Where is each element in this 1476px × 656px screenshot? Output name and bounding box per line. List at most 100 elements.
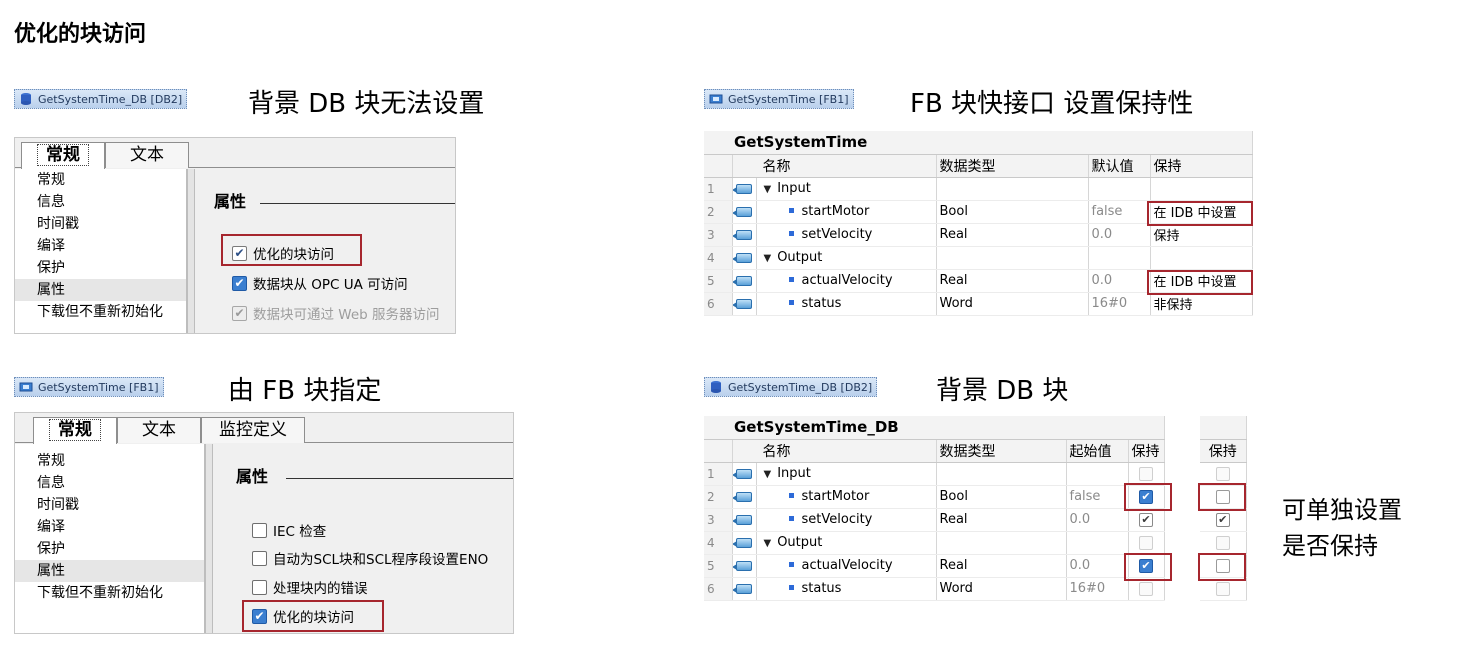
fb-block-tag[interactable]: GetSystemTime [FB1] <box>14 377 164 397</box>
tab-general[interactable]: 常规 <box>33 417 117 444</box>
checkbox-iec-check[interactable] <box>252 522 267 538</box>
name-cell[interactable]: setVelocity <box>756 508 937 532</box>
data-type-cell[interactable]: Word <box>936 292 1089 316</box>
tab-monitoring[interactable]: 监控定义 <box>201 417 305 443</box>
table-row[interactable]: 4 ▼ Output <box>704 246 1253 270</box>
tab-general[interactable]: 常规 <box>21 142 105 169</box>
nav-item-general[interactable]: 常规 <box>15 169 186 191</box>
column-header-name[interactable]: 名称 <box>732 439 937 463</box>
retain-override-cell[interactable] <box>1200 531 1247 555</box>
start-value-cell[interactable] <box>1066 462 1129 486</box>
column-header-retain[interactable]: 保持 <box>1128 439 1165 463</box>
start-value-cell[interactable]: false <box>1066 485 1129 509</box>
retain-cell[interactable]: ✔ <box>1128 508 1165 532</box>
default-value-cell[interactable]: 0.0 <box>1088 269 1151 293</box>
default-value-cell[interactable] <box>1088 246 1151 270</box>
fb-interface-tag[interactable]: GetSystemTime [FB1] <box>704 89 854 109</box>
expand-triangle-icon[interactable]: ▼ <box>764 538 772 549</box>
data-type-cell[interactable] <box>936 531 1067 555</box>
name-cell[interactable]: ▼ Input <box>756 177 937 201</box>
name-cell[interactable]: actualVelocity <box>756 269 937 293</box>
data-type-cell[interactable]: Real <box>936 223 1089 247</box>
name-cell[interactable]: ▼ Output <box>756 246 937 270</box>
table-row[interactable]: ✔ <box>1200 508 1247 532</box>
nav-item-info[interactable]: 信息 <box>15 191 186 213</box>
expand-triangle-icon[interactable]: ▼ <box>764 469 772 480</box>
name-cell[interactable]: ▼ Output <box>756 531 937 555</box>
fb-splitter[interactable] <box>205 444 213 633</box>
table-row[interactable]: 3 setVelocity Real 0.0 保持 <box>704 223 1253 247</box>
default-value-cell[interactable]: false <box>1088 200 1151 224</box>
name-cell[interactable]: actualVelocity <box>756 554 937 578</box>
retain-cell[interactable] <box>1128 531 1165 555</box>
data-type-cell[interactable]: Bool <box>936 485 1067 509</box>
retain-cell[interactable]: 保持 <box>1150 223 1253 247</box>
column-header-retain[interactable]: 保持 <box>1200 439 1247 463</box>
nav-item-download[interactable]: 下载但不重新初始化 <box>15 301 186 323</box>
column-header-default[interactable]: 默认值 <box>1088 154 1151 178</box>
column-header-start[interactable]: 起始值 <box>1066 439 1129 463</box>
name-cell[interactable]: setVelocity <box>756 223 937 247</box>
db-interface-tag[interactable]: GetSystemTime_DB [DB2] <box>704 377 878 397</box>
column-header-type[interactable]: 数据类型 <box>936 439 1067 463</box>
tab-text[interactable]: 文本 <box>117 417 201 443</box>
table-row[interactable]: 1 ▼ Input <box>704 177 1253 201</box>
start-value-cell[interactable] <box>1066 531 1129 555</box>
table-row[interactable] <box>1200 531 1247 555</box>
nav-item-download[interactable]: 下载但不重新初始化 <box>15 582 204 604</box>
data-type-cell[interactable] <box>936 177 1089 201</box>
table-row[interactable]: 4 ▼ Output <box>704 531 1165 555</box>
checkbox-auto-eno[interactable] <box>252 550 267 566</box>
default-value-cell[interactable]: 16#0 <box>1088 292 1151 316</box>
data-type-cell[interactable]: Real <box>936 269 1089 293</box>
retain-cell[interactable] <box>1128 462 1165 486</box>
table-row[interactable]: 5 actualVelocity Real 0.0 ✔ <box>704 554 1165 578</box>
default-value-cell[interactable]: 0.0 <box>1088 223 1151 247</box>
expand-triangle-icon[interactable]: ▼ <box>764 253 772 264</box>
table-row[interactable]: 6 status Word 16#0 <box>704 577 1165 601</box>
data-type-cell[interactable]: Real <box>936 554 1067 578</box>
nav-item-protection[interactable]: 保护 <box>15 538 204 560</box>
column-header-retain[interactable]: 保持 <box>1150 154 1253 178</box>
data-type-cell[interactable] <box>936 462 1067 486</box>
name-cell[interactable]: ▼ Input <box>756 462 937 486</box>
retain-cell[interactable]: 非保持 <box>1150 292 1253 316</box>
expand-triangle-icon[interactable]: ▼ <box>764 184 772 195</box>
tab-text[interactable]: 文本 <box>105 142 189 168</box>
table-row[interactable] <box>1200 462 1247 486</box>
retain-checkbox[interactable]: ✔ <box>1215 512 1230 527</box>
nav-item-attributes[interactable]: 属性 <box>15 560 204 582</box>
data-type-cell[interactable]: Word <box>936 577 1067 601</box>
retain-override-cell[interactable]: ✔ <box>1200 508 1247 532</box>
option-auto-eno[interactable]: 自动为SCL块和SCL程序段设置ENO <box>252 548 488 568</box>
table-row[interactable]: 6 status Word 16#0 非保持 <box>704 292 1253 316</box>
retain-override-cell[interactable] <box>1200 462 1247 486</box>
nav-item-compile[interactable]: 编译 <box>15 235 186 257</box>
name-cell[interactable]: status <box>756 577 937 601</box>
column-header-type[interactable]: 数据类型 <box>936 154 1089 178</box>
checkbox-opc-ua[interactable]: ✔ <box>232 275 247 291</box>
retain-cell[interactable] <box>1150 246 1253 270</box>
nav-item-timestamp[interactable]: 时间戳 <box>15 213 186 235</box>
option-handle-errors[interactable]: 处理块内的错误 <box>252 577 368 597</box>
column-header-name[interactable]: 名称 <box>732 154 937 178</box>
start-value-cell[interactable]: 0.0 <box>1066 554 1129 578</box>
db-block-tag[interactable]: GetSystemTime_DB [DB2] <box>14 89 188 109</box>
table-row[interactable]: 2 startMotor Bool false ✔ <box>704 485 1165 509</box>
data-type-cell[interactable] <box>936 246 1089 270</box>
checkbox-handle-errors[interactable] <box>252 579 267 595</box>
start-value-cell[interactable]: 0.0 <box>1066 508 1129 532</box>
data-type-cell[interactable]: Real <box>936 508 1067 532</box>
start-value-cell[interactable]: 16#0 <box>1066 577 1129 601</box>
default-value-cell[interactable] <box>1088 177 1151 201</box>
nav-item-protection[interactable]: 保护 <box>15 257 186 279</box>
name-cell[interactable]: status <box>756 292 937 316</box>
nav-item-timestamp[interactable]: 时间戳 <box>15 494 204 516</box>
nav-item-compile[interactable]: 编译 <box>15 516 204 538</box>
retain-checkbox[interactable]: ✔ <box>1139 512 1153 527</box>
db-splitter[interactable] <box>187 169 195 333</box>
name-cell[interactable]: startMotor <box>756 200 937 224</box>
option-iec-check[interactable]: IEC 检查 <box>252 520 326 540</box>
nav-item-attributes[interactable]: 属性 <box>15 279 186 301</box>
data-type-cell[interactable]: Bool <box>936 200 1089 224</box>
